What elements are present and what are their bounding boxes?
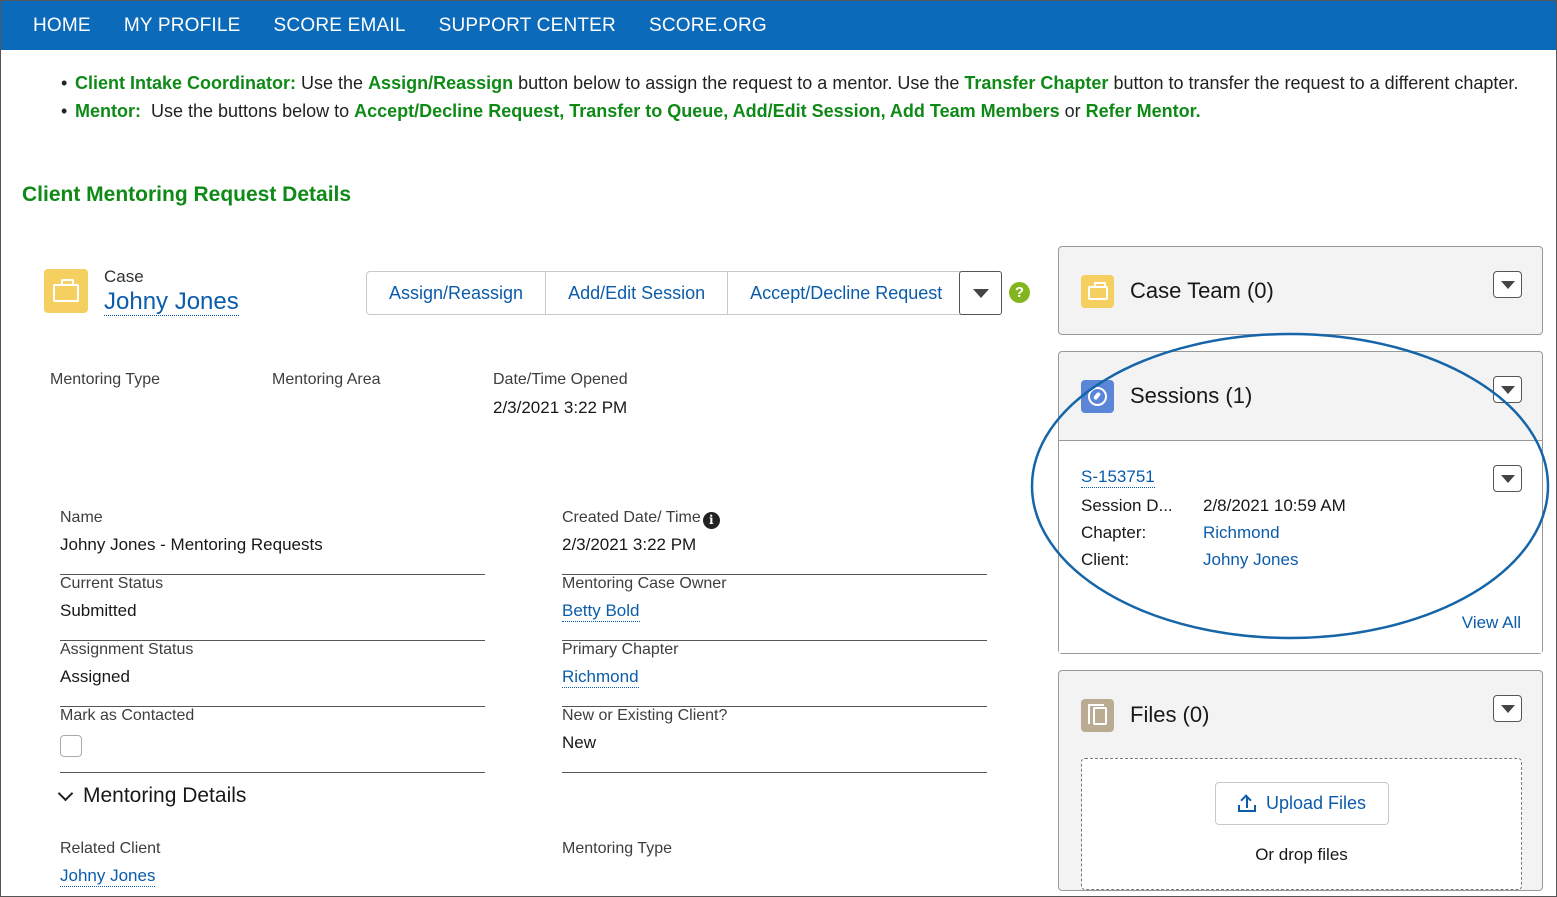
drop-files-text: Or drop files <box>1255 845 1348 864</box>
instruction-mentor: Mentor: Use the buttons below to Accept/… <box>61 97 1541 125</box>
session-client-label: Client: <box>1081 550 1130 569</box>
nav-my-profile[interactable]: MY PROFILE <box>124 15 241 37</box>
sessions-menu-button[interactable] <box>1493 376 1522 403</box>
file-drop-zone[interactable]: Upload Files Or drop files <box>1081 758 1522 890</box>
nav-score-email[interactable]: SCORE EMAIL <box>274 15 406 37</box>
client-type-value: New <box>562 733 597 752</box>
mentoring-details-toggle[interactable]: Mentoring Details <box>56 784 246 808</box>
more-actions-button[interactable] <box>959 271 1002 315</box>
field-created: Created Date/ Time i 2/3/2021 3:22 PM <box>562 509 987 575</box>
instructions: Client Intake Coordinator: Use the Assig… <box>61 69 1541 125</box>
field-client-type: New or Existing Client? New <box>562 707 987 773</box>
instruction-coordinator: Client Intake Coordinator: Use the Assig… <box>61 69 1541 97</box>
case-team-card: Case Team (0) <box>1058 246 1543 335</box>
field-current-status: Current Status Submitted <box>60 575 485 641</box>
mark-contacted-checkbox[interactable] <box>60 735 82 757</box>
case-label: Case <box>104 267 144 286</box>
info-icon[interactable]: i <box>702 511 720 529</box>
upload-icon <box>1237 793 1256 812</box>
sessions-title[interactable]: Sessions (1) <box>1130 383 1252 409</box>
related-client-link[interactable]: Johny Jones <box>60 866 156 887</box>
session-chapter-label: Chapter: <box>1081 523 1147 542</box>
briefcase-icon <box>1081 275 1114 308</box>
compass-icon <box>1081 380 1114 413</box>
created-value: 2/3/2021 3:22 PM <box>562 535 697 554</box>
page-title: Client Mentoring Request Details <box>22 183 352 206</box>
add-edit-session-button[interactable]: Add/Edit Session <box>546 272 729 314</box>
field-primary-chapter: Primary Chapter Richmond <box>562 641 987 707</box>
name-value: Johny Jones - Mentoring Requests <box>60 535 323 554</box>
files-icon <box>1081 699 1114 732</box>
case-team-title[interactable]: Case Team (0) <box>1130 278 1274 304</box>
chevron-down-icon <box>1500 385 1515 394</box>
nav-home[interactable]: HOME <box>33 15 91 37</box>
chevron-down-icon <box>1500 280 1515 289</box>
case-owner-link[interactable]: Betty Bold <box>562 601 640 622</box>
field-mentoring-type: Mentoring Type <box>562 840 987 897</box>
chevron-down-icon <box>972 288 989 298</box>
sessions-card: Sessions (1) S-153751 Session D... 2/8/2… <box>1058 351 1543 654</box>
help-icon[interactable]: ? <box>1009 282 1030 303</box>
nav-score-org[interactable]: SCORE.ORG <box>649 15 767 37</box>
highlight-mentoring-area-label: Mentoring Area <box>272 371 381 388</box>
files-title[interactable]: Files (0) <box>1130 702 1209 728</box>
case-name-link[interactable]: Johny Jones <box>104 289 239 316</box>
chevron-down-icon <box>1500 704 1515 713</box>
field-name: Name Johny Jones - Mentoring Requests <box>60 509 485 575</box>
highlight-opened-label: Date/Time Opened <box>493 371 628 388</box>
field-related-client: Related Client Johny Jones <box>60 840 485 897</box>
session-record: S-153751 Session D... 2/8/2021 10:59 AM … <box>1059 440 1542 653</box>
chevron-down-icon <box>57 785 74 801</box>
highlight-opened-value: 2/3/2021 3:22 PM <box>493 398 628 417</box>
field-mark-contacted: Mark as Contacted <box>60 707 485 773</box>
field-assignment-status: Assignment Status Assigned <box>60 641 485 707</box>
files-card: Files (0) Upload Files Or drop files <box>1058 670 1543 891</box>
session-chapter-link[interactable]: Richmond <box>1203 523 1280 543</box>
assign-reassign-button[interactable]: Assign/Reassign <box>367 272 547 314</box>
session-date-label: Session D... <box>1081 496 1173 515</box>
status-value: Submitted <box>60 601 137 620</box>
top-nav: HOME MY PROFILE SCORE EMAIL SUPPORT CENT… <box>1 1 1556 50</box>
nav-support-center[interactable]: SUPPORT CENTER <box>439 15 616 37</box>
view-all-link[interactable]: View All <box>1462 613 1521 633</box>
mentoring-details-title: Mentoring Details <box>83 784 247 807</box>
session-row-menu-button[interactable] <box>1493 465 1522 492</box>
upload-files-button[interactable]: Upload Files <box>1215 782 1389 825</box>
session-client-link[interactable]: Johny Jones <box>1203 550 1298 570</box>
session-id-link[interactable]: S-153751 <box>1081 467 1155 488</box>
highlight-mentoring-type-label: Mentoring Type <box>50 371 160 388</box>
session-date-value: 2/8/2021 10:59 AM <box>1203 496 1346 515</box>
case-team-menu-button[interactable] <box>1493 271 1522 298</box>
chevron-down-icon <box>1500 474 1515 483</box>
accept-decline-request-button[interactable]: Accept/Decline Request <box>728 272 964 314</box>
field-case-owner: Mentoring Case Owner Betty Bold <box>562 575 987 641</box>
action-button-group: Assign/Reassign Add/Edit Session Accept/… <box>366 271 966 315</box>
files-menu-button[interactable] <box>1493 695 1522 722</box>
assignment-value: Assigned <box>60 667 130 686</box>
primary-chapter-link[interactable]: Richmond <box>562 667 639 688</box>
briefcase-icon <box>44 269 88 313</box>
